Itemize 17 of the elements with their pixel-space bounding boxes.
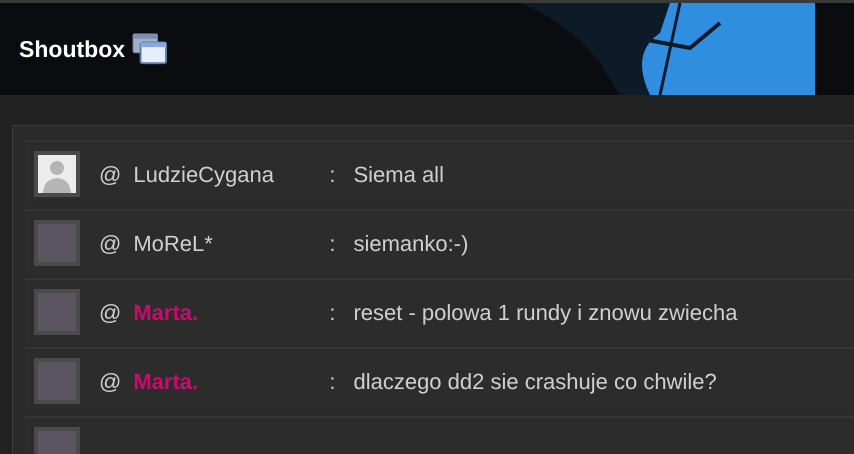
avatar-silhouette-icon: [38, 155, 76, 193]
message-text: reset - polowa 1 rundy i znowu zwiecha: [353, 298, 738, 327]
message-text: dlaczego dd2 sie crashuje co chwile?: [353, 368, 717, 396]
at-sign: @: [99, 368, 122, 396]
page-title: Shoutbox: [19, 34, 126, 64]
username[interactable]: LudzieCygana: [133, 158, 324, 190]
at-sign: @: [99, 160, 122, 188]
separator: :: [329, 160, 336, 188]
username[interactable]: MoReL*: [133, 226, 324, 260]
windows-icon: [131, 32, 170, 66]
separator: :: [329, 230, 336, 258]
separator: :: [329, 368, 336, 396]
at-sign: @: [99, 230, 122, 258]
separator: :: [329, 298, 336, 326]
at-sign: @: [99, 298, 122, 326]
message-text: siemanko:-): [353, 230, 468, 258]
message-text: Siema all: [353, 160, 444, 188]
